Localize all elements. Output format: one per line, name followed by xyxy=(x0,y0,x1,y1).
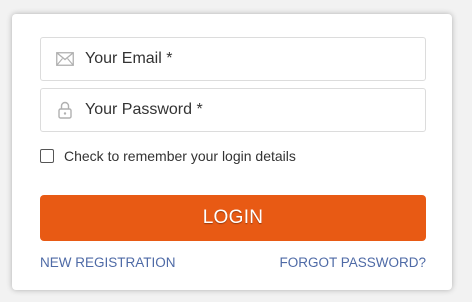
forgot-password-link[interactable]: FORGOT PASSWORD? xyxy=(279,255,426,270)
envelope-icon xyxy=(41,38,85,80)
new-registration-link[interactable]: NEW REGISTRATION xyxy=(40,255,176,270)
remember-checkbox[interactable] xyxy=(40,149,54,163)
remember-label: Check to remember your login details xyxy=(64,148,296,164)
form-links: NEW REGISTRATION FORGOT PASSWORD? xyxy=(40,255,426,270)
login-card: Check to remember your login details LOG… xyxy=(12,14,452,290)
login-button[interactable]: LOGIN xyxy=(40,195,426,241)
lock-icon xyxy=(41,89,85,131)
password-field-container[interactable] xyxy=(40,88,426,132)
email-input[interactable] xyxy=(85,38,425,80)
remember-me[interactable]: Check to remember your login details xyxy=(40,148,296,164)
email-field-container[interactable] xyxy=(40,37,426,81)
password-input[interactable] xyxy=(85,89,425,131)
